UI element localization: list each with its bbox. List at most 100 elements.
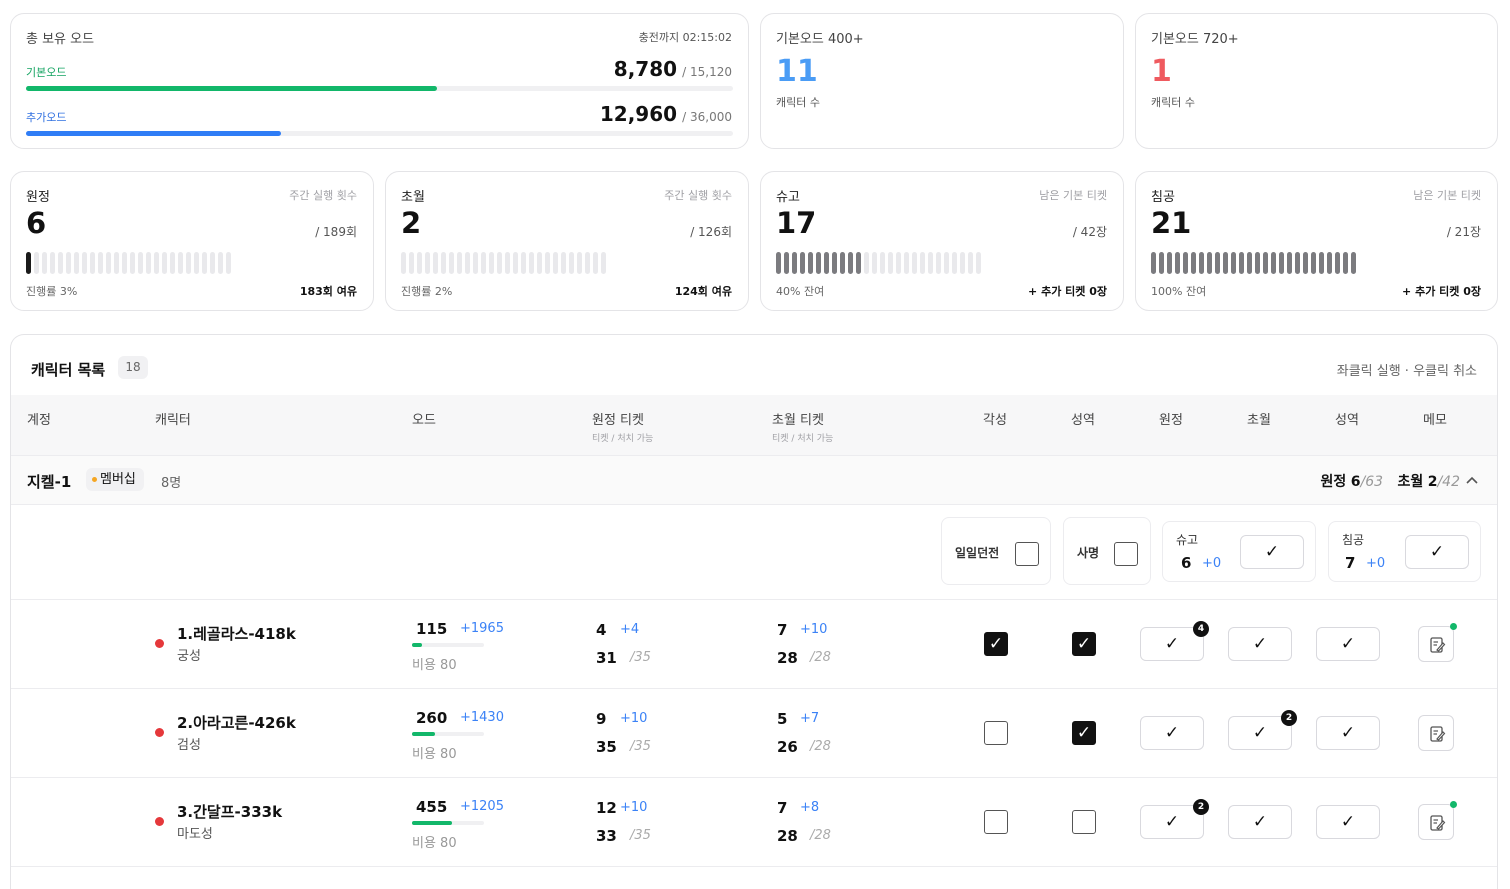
base-odd-bar — [26, 86, 733, 91]
sanctuary-checkbox[interactable]: ✓ — [1072, 632, 1096, 656]
progress-segment — [162, 252, 167, 274]
awaken-checkbox[interactable] — [984, 810, 1008, 834]
expedition-ticket-plus: +10 — [620, 800, 648, 815]
weekly-card-foot-left: 40% 잔여 — [776, 285, 825, 298]
progress-segment — [593, 252, 598, 274]
transcend-ticket-count: 7 — [777, 621, 788, 639]
awaken-checkbox[interactable]: ✓ — [984, 632, 1008, 656]
progress-segment — [1183, 252, 1188, 274]
progress-segment — [489, 252, 494, 274]
character-name[interactable]: 3.간달프-333k — [177, 801, 282, 822]
shugo-check-button[interactable]: ✓ — [1240, 535, 1304, 569]
progress-segment — [1335, 252, 1340, 274]
mission-label: 사명 — [1077, 546, 1100, 560]
memo-button[interactable] — [1418, 715, 1454, 751]
stat-400-label: 기본오드 400+ — [776, 32, 864, 47]
invasion-plus: +0 — [1366, 556, 1386, 571]
progress-segment — [1271, 252, 1276, 274]
transcend-button[interactable]: ✓ — [1228, 627, 1292, 661]
extra-odd-bar — [26, 131, 733, 136]
character-class: 마도성 — [177, 827, 213, 842]
progress-segment — [202, 252, 207, 274]
progress-segment — [1207, 252, 1212, 274]
sanctuary-button[interactable]: ✓ — [1316, 627, 1380, 661]
expedition-kill-count: 31 — [596, 649, 617, 667]
edit-note-icon — [1430, 815, 1446, 831]
memo-indicator-dot — [1450, 623, 1457, 630]
divider — [11, 777, 1497, 778]
progress-segment — [146, 252, 151, 274]
progress-segment — [832, 252, 837, 274]
progress-segment — [824, 252, 829, 274]
expedition-kill-max: /35 — [630, 739, 651, 754]
weekly-card-title: 초월 — [401, 190, 425, 205]
progress-segment — [920, 252, 925, 274]
chevron-up-icon[interactable] — [1466, 474, 1478, 489]
progress-segment — [808, 252, 813, 274]
progress-segment — [186, 252, 191, 274]
divider — [11, 866, 1497, 867]
sanctuary-checkbox[interactable] — [1072, 810, 1096, 834]
memo-button[interactable] — [1418, 804, 1454, 840]
progress-segment — [226, 252, 231, 274]
od-cost: 비용 80 — [412, 658, 457, 673]
progress-segment — [1199, 252, 1204, 274]
col-expedition-ticket-sub: 티켓 / 처치 가능 — [592, 434, 654, 444]
extra-odd-value: 12,960 — [599, 102, 678, 126]
progress-segment — [792, 252, 797, 274]
invasion-value: 7 — [1345, 554, 1356, 572]
group-header[interactable] — [11, 456, 1497, 504]
character-list-title: 캐릭터 목록 — [31, 361, 106, 379]
weekly-card-value: 2 — [401, 206, 422, 240]
mission-toggle[interactable]: 사명 — [1063, 517, 1151, 585]
invasion-check-button[interactable]: ✓ — [1405, 535, 1469, 569]
awaken-checkbox[interactable] — [984, 721, 1008, 745]
sanctuary-button[interactable]: ✓ — [1316, 805, 1380, 839]
weekly-card-segment-bar — [1151, 252, 1356, 274]
progress-segment — [537, 252, 542, 274]
sanctuary-checkbox[interactable]: ✓ — [1072, 721, 1096, 745]
progress-segment — [154, 252, 159, 274]
mission-checkbox[interactable] — [1114, 542, 1138, 566]
transcend-button[interactable]: ✓ — [1228, 805, 1292, 839]
invasion-control: 침공 7 +0 ✓ — [1328, 521, 1481, 582]
character-name[interactable]: 2.아라고른-426k — [177, 712, 296, 733]
progress-segment — [1151, 252, 1156, 274]
progress-segment — [545, 252, 550, 274]
progress-segment — [800, 252, 805, 274]
character-name[interactable]: 1.레골라스-418k — [177, 623, 296, 644]
transcend-ticket-count: 7 — [777, 799, 788, 817]
extra-odd-bar-fill — [26, 131, 281, 136]
transcend-kill-max: /28 — [810, 739, 831, 754]
divider — [11, 688, 1497, 689]
progress-segment — [1311, 252, 1316, 274]
memo-button[interactable] — [1418, 626, 1454, 662]
progress-segment — [1223, 252, 1228, 274]
sanctuary-button[interactable]: ✓ — [1316, 716, 1380, 750]
progress-segment — [82, 252, 87, 274]
progress-segment — [1231, 252, 1236, 274]
weekly-card-foot-left: 100% 잔여 — [1151, 285, 1207, 298]
stat-400-card: 기본오드 400+ 11 캐릭터 수 — [760, 13, 1124, 149]
daily-dungeon-toggle[interactable]: 일일던전 — [941, 517, 1051, 585]
weekly-card-hint: 주간 실행 횟수 — [289, 189, 357, 202]
progress-segment — [968, 252, 973, 274]
progress-segment — [776, 252, 781, 274]
progress-segment — [178, 252, 183, 274]
progress-segment — [816, 252, 821, 274]
daily-dungeon-checkbox[interactable] — [1015, 542, 1039, 566]
progress-segment — [1167, 252, 1172, 274]
divider — [11, 504, 1497, 505]
col-account: 계정 — [27, 413, 51, 428]
col-transcend: 초월 — [1247, 413, 1271, 428]
membership-dot-icon — [92, 477, 97, 482]
transcend-kill-max: /28 — [810, 650, 831, 665]
progress-segment — [457, 252, 462, 274]
progress-segment — [976, 252, 981, 274]
extra-odd-label: 추가오드 — [26, 111, 67, 124]
expedition-button[interactable]: ✓ — [1140, 716, 1204, 750]
recharge-timer: 충전까지 02:15:02 — [638, 31, 732, 44]
table-header — [11, 395, 1497, 455]
status-dot — [155, 639, 164, 648]
col-expedition: 원정 — [1159, 413, 1183, 428]
